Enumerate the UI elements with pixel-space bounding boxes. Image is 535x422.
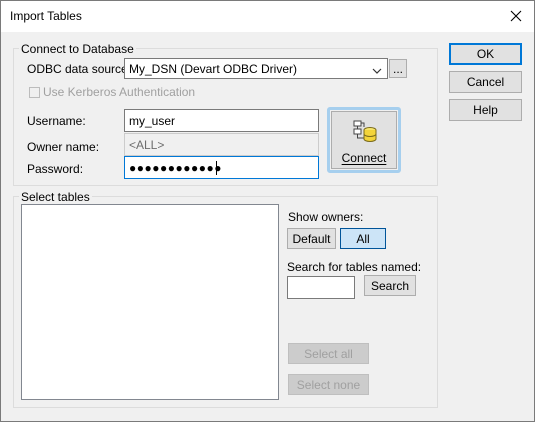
- ok-button[interactable]: OK: [449, 43, 522, 65]
- owner-label: Owner name:: [27, 140, 100, 154]
- help-button[interactable]: Help: [449, 99, 522, 121]
- odbc-source-select[interactable]: My_DSN (Devart ODBC Driver): [124, 58, 388, 79]
- password-field[interactable]: ●●●●●●●●●●●●: [124, 156, 319, 179]
- odbc-label: ODBC data source:: [27, 62, 132, 76]
- tables-listbox[interactable]: [21, 204, 279, 400]
- title-bar: Import Tables: [1, 1, 534, 32]
- username-label: Username:: [27, 114, 86, 128]
- select-all-button[interactable]: Select all: [288, 343, 369, 364]
- default-owners-button[interactable]: Default: [287, 228, 336, 249]
- search-input[interactable]: [287, 276, 355, 299]
- password-label: Password:: [27, 162, 84, 176]
- cancel-button[interactable]: Cancel: [449, 71, 522, 93]
- all-owners-button[interactable]: All: [340, 228, 386, 249]
- text-cursor: [216, 161, 217, 175]
- search-button[interactable]: Search: [364, 275, 416, 296]
- kerberos-label: Use Kerberos Authentication: [43, 85, 196, 99]
- close-icon[interactable]: [504, 5, 528, 27]
- select-tables-title: Select tables: [19, 190, 92, 204]
- username-value: my_user: [129, 113, 176, 128]
- database-connect-icon: [352, 119, 378, 148]
- import-tables-dialog: Import Tables OK Cancel Help Connect to …: [0, 0, 535, 422]
- username-field[interactable]: my_user: [124, 109, 319, 132]
- select-none-button[interactable]: Select none: [288, 374, 369, 395]
- browse-button[interactable]: ...: [389, 59, 407, 78]
- odbc-source-value: My_DSN (Devart ODBC Driver): [129, 61, 298, 76]
- connect-group-title: Connect to Database: [19, 42, 136, 56]
- owner-field: <ALL>: [124, 133, 319, 156]
- search-label: Search for tables named:: [287, 260, 422, 274]
- chevron-down-icon[interactable]: [372, 64, 382, 78]
- connect-button[interactable]: Connect: [331, 111, 397, 169]
- owner-value: <ALL>: [129, 137, 165, 152]
- show-owners-label: Show owners:: [288, 210, 364, 224]
- kerberos-checkbox[interactable]: [29, 87, 40, 98]
- connect-label: Connect: [341, 151, 387, 165]
- window-title: Import Tables: [10, 9, 82, 23]
- password-mask: ●●●●●●●●●●●●: [129, 160, 222, 175]
